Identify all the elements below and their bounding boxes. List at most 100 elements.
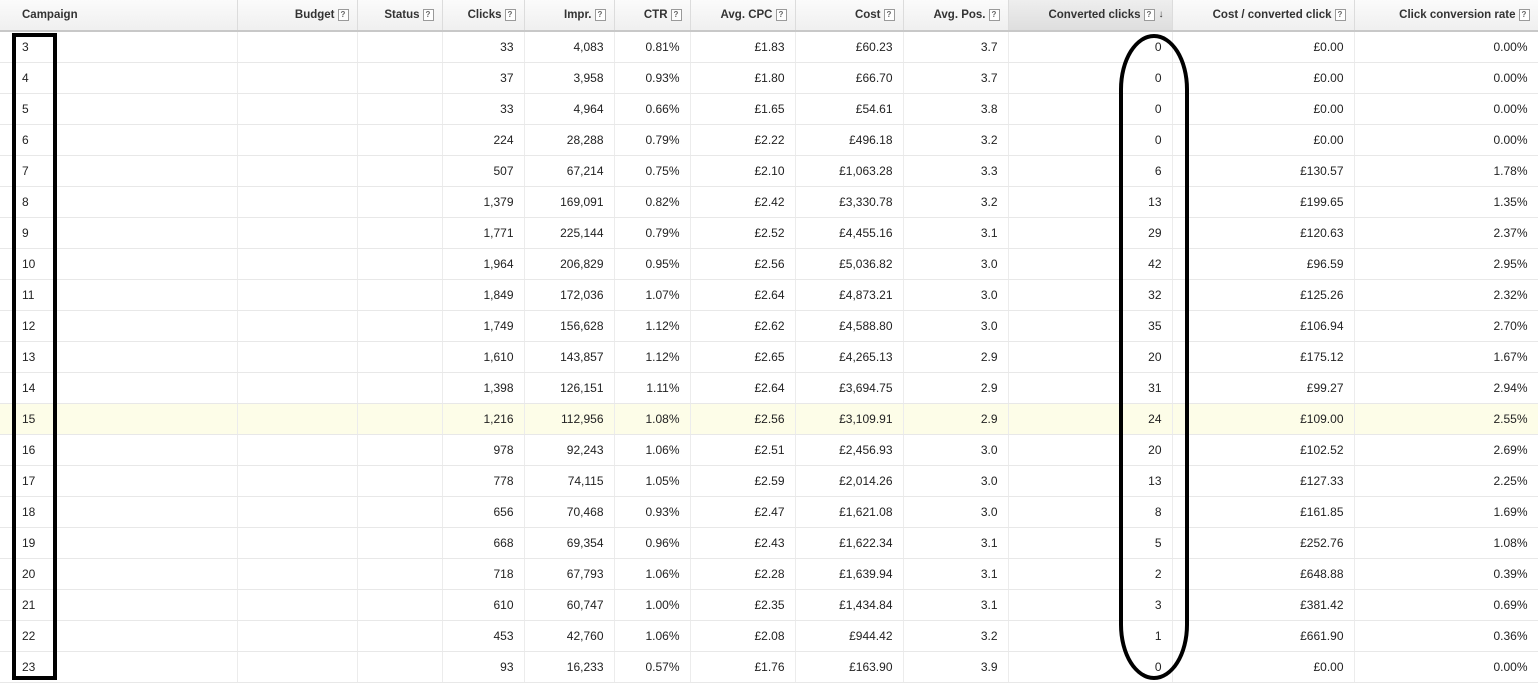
cell-impr: 16,233	[524, 651, 615, 683]
column-header-ctr[interactable]: CTR?	[614, 0, 691, 32]
cell-campaign[interactable]: 19	[0, 527, 238, 559]
table-row[interactable]: 17 778 74,115 1.05% £2.59 £2,014.26 3.0 13 £127.…	[0, 465, 1538, 497]
table-row[interactable]: 21 610 60,747 1.00% £2.35 £1,434.84 3.1 3 £381.4…	[0, 589, 1538, 621]
cell-status	[357, 434, 443, 466]
table-row[interactable]: 19 668 69,354 0.96% £2.43 £1,622.34 3.1 5 £252.7…	[0, 527, 1538, 559]
cell-campaign[interactable]: 13	[0, 341, 238, 373]
cell-campaign[interactable]: 17	[0, 465, 238, 497]
help-icon[interactable]: ?	[504, 8, 516, 21]
table-row[interactable]: 5 33 4,964 0.66% £1.65 £54.61 3.8 0 £0.00 0.00%	[0, 93, 1538, 125]
cell-budget	[237, 434, 358, 466]
cell-status	[357, 155, 443, 187]
cell-clicks: 1,379	[442, 186, 525, 218]
cell-cost-per-converted: £0.00	[1172, 124, 1355, 156]
cell-status	[357, 372, 443, 404]
cell-converted-clicks: 3	[1008, 589, 1173, 621]
cell-campaign[interactable]: 9	[0, 217, 238, 249]
help-icon[interactable]: ?	[775, 8, 787, 21]
table-row[interactable]: 10 1,964 206,829 0.95% £2.56 £5,036.82 3.0 42 £9…	[0, 248, 1538, 280]
cell-converted-clicks: 42	[1008, 248, 1173, 280]
cell-converted-clicks: 0	[1008, 651, 1173, 683]
cell-converted-clicks: 1	[1008, 620, 1173, 652]
cell-campaign[interactable]: 3	[0, 31, 238, 63]
cell-budget	[237, 558, 358, 590]
table-row[interactable]: 11 1,849 172,036 1.07% £2.64 £4,873.21 3.0 32 £1…	[0, 279, 1538, 311]
column-header-cost[interactable]: Cost?	[795, 0, 904, 32]
column-header-label: Impr.	[564, 9, 592, 22]
cell-campaign[interactable]: 7	[0, 155, 238, 187]
table-row[interactable]: 13 1,610 143,857 1.12% £2.65 £4,265.13 2.9 20 £1…	[0, 341, 1538, 373]
cell-campaign[interactable]: 14	[0, 372, 238, 404]
cell-clicks: 33	[442, 31, 525, 63]
cell-campaign[interactable]: 21	[0, 589, 238, 621]
cell-campaign[interactable]: 12	[0, 310, 238, 342]
help-icon[interactable]: ?	[988, 8, 1000, 21]
cell-cost: £3,694.75	[795, 372, 904, 404]
column-header-impr[interactable]: Impr.?	[524, 0, 615, 32]
cell-budget	[237, 248, 358, 280]
table-row[interactable]: 20 718 67,793 1.06% £2.28 £1,639.94 3.1 2 £648.8…	[0, 558, 1538, 590]
cell-campaign[interactable]: 18	[0, 496, 238, 528]
cell-ctr: 0.82%	[614, 186, 691, 218]
column-header-campaign[interactable]: Campaign	[0, 0, 238, 32]
help-icon[interactable]: ?	[594, 8, 606, 21]
help-icon[interactable]: ?	[670, 8, 682, 21]
table-row[interactable]: 4 37 3,958 0.93% £1.80 £66.70 3.7 0 £0.00 0.00%	[0, 62, 1538, 94]
help-icon[interactable]: ?	[883, 8, 895, 21]
cell-campaign[interactable]: 15	[0, 403, 238, 435]
cell-campaign[interactable]: 5	[0, 93, 238, 125]
cell-campaign[interactable]: 11	[0, 279, 238, 311]
cell-ctr: 1.12%	[614, 310, 691, 342]
cell-impr: 3,958	[524, 62, 615, 94]
cell-ctr: 0.66%	[614, 93, 691, 125]
column-header-budget[interactable]: Budget?	[237, 0, 358, 32]
column-header-click-conv-rate[interactable]: Click conversion rate?	[1354, 0, 1538, 32]
sort-descending-icon[interactable]: ↓	[1159, 9, 1164, 20]
cell-avg-pos: 3.1	[903, 589, 1009, 621]
table-row[interactable]: 9 1,771 225,144 0.79% £2.52 £4,455.16 3.1 29 £12…	[0, 217, 1538, 249]
column-header-clicks[interactable]: Clicks?	[442, 0, 525, 32]
cell-cost: £4,455.16	[795, 217, 904, 249]
cell-campaign[interactable]: 10	[0, 248, 238, 280]
table-row[interactable]: 6 224 28,288 0.79% £2.22 £496.18 3.2 0 £0.00 0.00…	[0, 124, 1538, 156]
table-row[interactable]: 15 1,216 112,956 1.08% £2.56 £3,109.91 2.9 24 £1…	[0, 403, 1538, 435]
cell-campaign[interactable]: 23	[0, 651, 238, 683]
column-header-avg-pos[interactable]: Avg. Pos.?	[903, 0, 1009, 32]
table-row[interactable]: 14 1,398 126,151 1.11% £2.64 £3,694.75 2.9 31 £9…	[0, 372, 1538, 404]
table-row[interactable]: 8 1,379 169,091 0.82% £2.42 £3,330.78 3.2 13 £19…	[0, 186, 1538, 218]
help-icon[interactable]: ?	[337, 8, 349, 21]
help-icon[interactable]: ?	[422, 8, 434, 21]
cell-campaign[interactable]: 6	[0, 124, 238, 156]
table-row[interactable]: 18 656 70,468 0.93% £2.47 £1,621.08 3.0 8 £161.8…	[0, 496, 1538, 528]
table-row[interactable]: 3 33 4,083 0.81% £1.83 £60.23 3.7 0 £0.00 0.00%	[0, 31, 1538, 63]
cell-campaign[interactable]: 8	[0, 186, 238, 218]
help-icon[interactable]: ?	[1518, 8, 1530, 21]
cell-cost-per-converted: £130.57	[1172, 155, 1355, 187]
cell-converted-clicks: 5	[1008, 527, 1173, 559]
cell-ctr: 0.57%	[614, 651, 691, 683]
cell-status	[357, 248, 443, 280]
help-icon[interactable]: ?	[1334, 8, 1346, 21]
table-row[interactable]: 7 507 67,214 0.75% £2.10 £1,063.28 3.3 6 £130.57…	[0, 155, 1538, 187]
column-header-status[interactable]: Status?	[357, 0, 443, 32]
column-header-converted-clicks[interactable]: Converted clicks? ↓	[1008, 0, 1173, 32]
help-icon[interactable]: ?	[1143, 8, 1155, 21]
cell-ctr: 0.79%	[614, 124, 691, 156]
table-row[interactable]: 16 978 92,243 1.06% £2.51 £2,456.93 3.0 20 £102.…	[0, 434, 1538, 466]
cell-campaign[interactable]: 20	[0, 558, 238, 590]
cell-campaign[interactable]: 16	[0, 434, 238, 466]
column-header-avg-cpc[interactable]: Avg. CPC?	[690, 0, 796, 32]
cell-avg-pos: 3.0	[903, 279, 1009, 311]
table-row[interactable]: 23 93 16,233 0.57% £1.76 £163.90 3.9 0 £0.00 0.00…	[0, 651, 1538, 683]
column-header-cost-per-converted[interactable]: Cost / converted click?	[1172, 0, 1355, 32]
cell-avg-pos: 3.9	[903, 651, 1009, 683]
cell-campaign[interactable]: 22	[0, 620, 238, 652]
table-row[interactable]: 22 453 42,760 1.06% £2.08 £944.42 3.2 1 £661.90 0…	[0, 620, 1538, 652]
cell-status	[357, 341, 443, 373]
cell-budget	[237, 279, 358, 311]
cell-campaign[interactable]: 4	[0, 62, 238, 94]
cell-budget	[237, 372, 358, 404]
cell-impr: 42,760	[524, 620, 615, 652]
cell-avg-cpc: £2.28	[690, 558, 796, 590]
table-row[interactable]: 12 1,749 156,628 1.12% £2.62 £4,588.80 3.0 35 £1…	[0, 310, 1538, 342]
